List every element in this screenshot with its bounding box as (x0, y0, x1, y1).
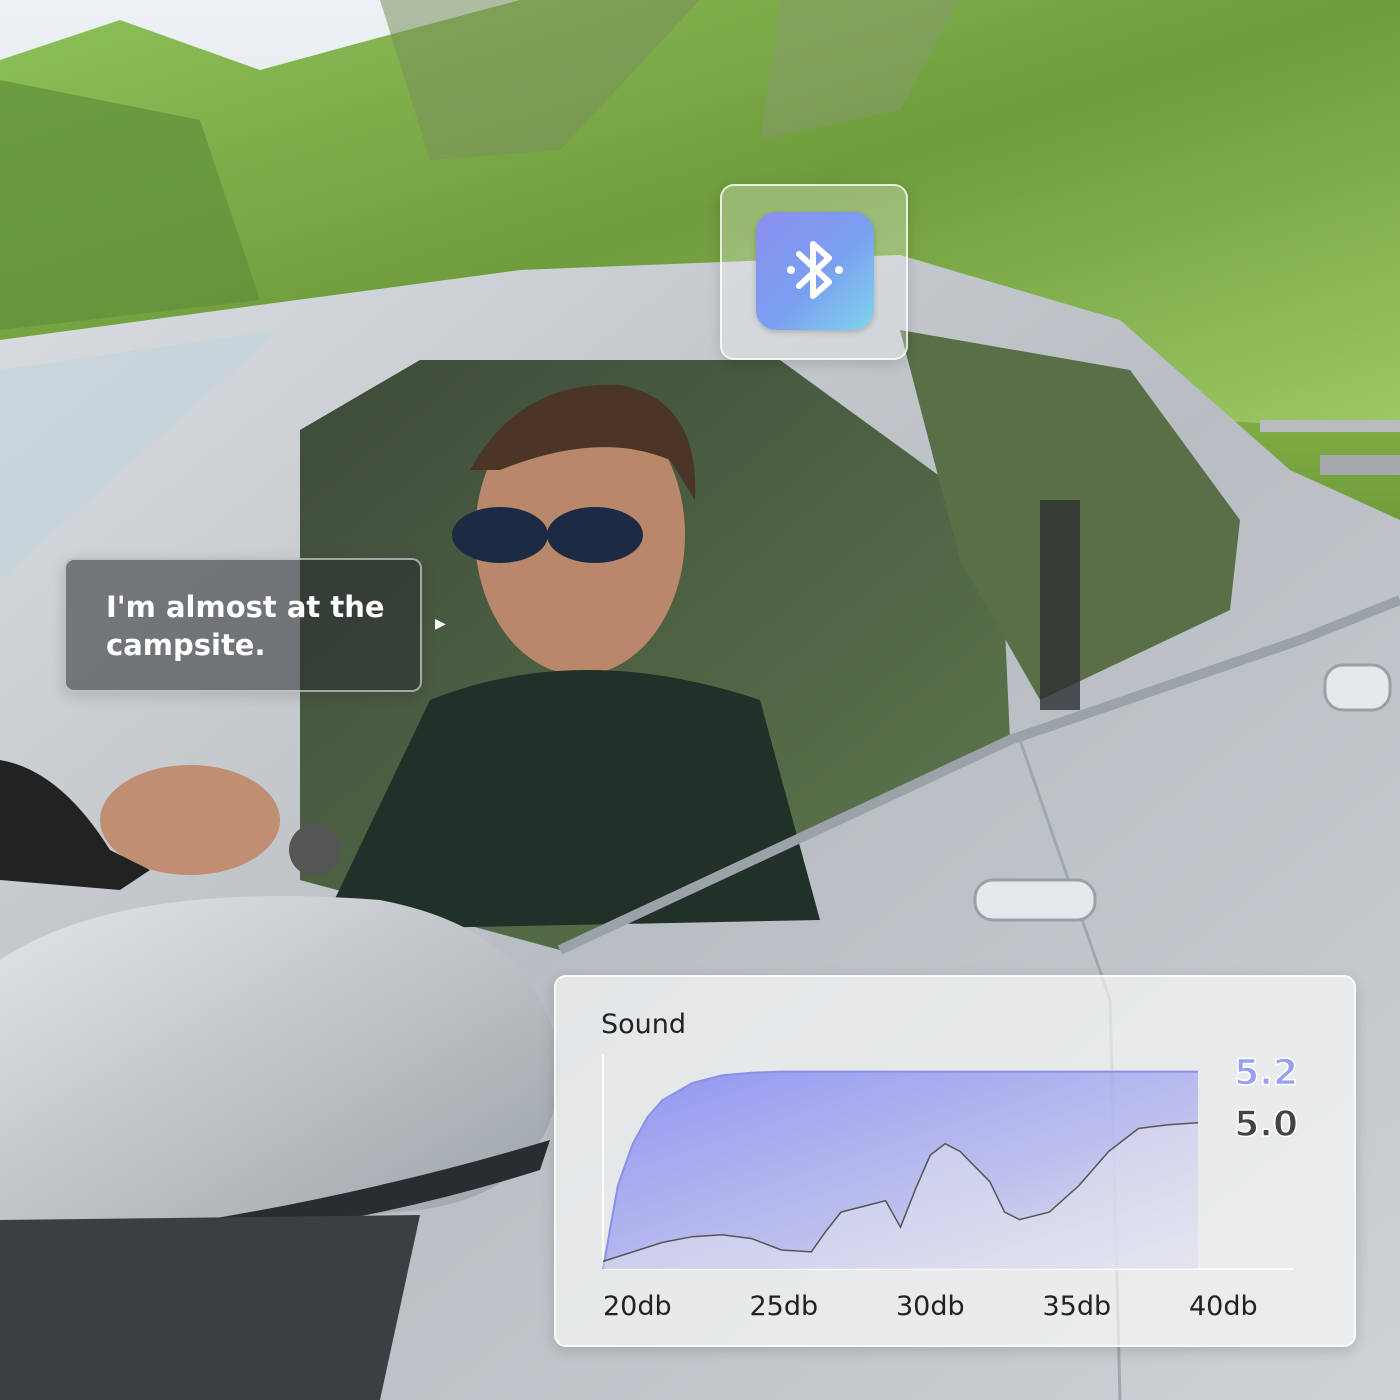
speech-bubble: I'm almost at the campsite. ▶ (64, 558, 446, 692)
sound-chart: 5.2 5.0 20db 25db 30db 35db 40db (602, 1052, 1299, 1322)
play-arrow-icon[interactable]: ▶ (435, 616, 446, 632)
x-tick-label: 20db (603, 1291, 672, 1322)
bluetooth-card (720, 184, 908, 360)
series-label-5-2: 5.2 (1234, 1053, 1298, 1094)
x-tick-label: 35db (1043, 1291, 1112, 1322)
sound-chart-panel: Sound 5.2 5.0 20db 25db 30db 35db 40db (554, 975, 1356, 1347)
scene: I'm almost at the campsite. ▶ Sound 5.2 5… (0, 0, 1400, 1400)
x-tick-label: 25db (750, 1291, 819, 1322)
series-label-5-0: 5.0 (1234, 1104, 1298, 1145)
x-tick-label: 30db (896, 1291, 965, 1322)
speech-text: I'm almost at the campsite. (106, 590, 385, 662)
bluetooth-icon[interactable] (756, 212, 874, 330)
x-tick-label: 40db (1189, 1291, 1258, 1322)
